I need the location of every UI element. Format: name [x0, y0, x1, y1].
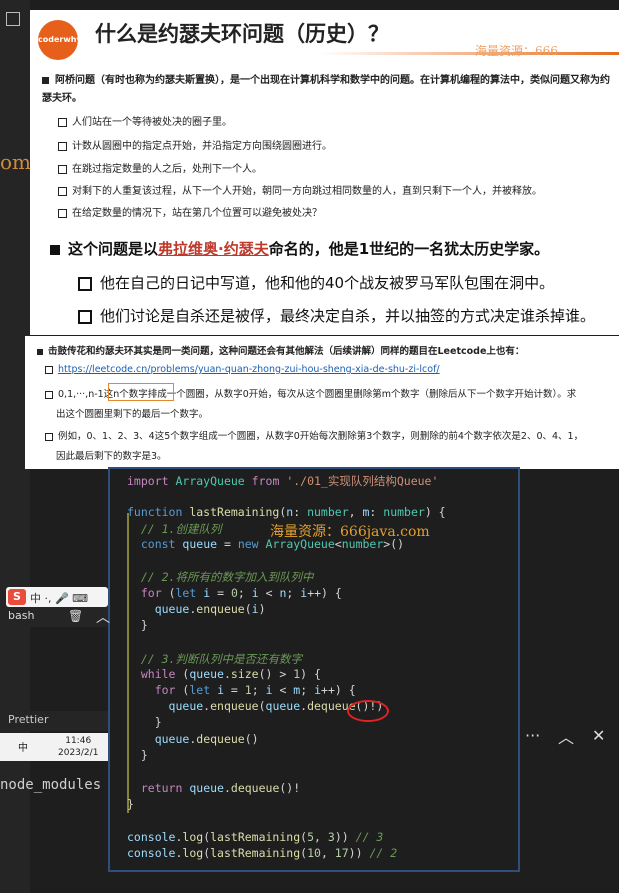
slide-history: coderwhy 什么是约瑟夫环问题（历史）？ 海量资源：666 阿桥问题（有时… — [30, 10, 619, 228]
list-item-continued: 因此最后剩下的数字是3。 — [56, 451, 167, 462]
list-item: 他们讨论是自杀还是被俘，最终决定自杀，并以抽签的方式决定谁杀掉谁。 — [78, 305, 595, 326]
watermark: 海量资源：666java.com — [270, 524, 430, 540]
bullet-icon — [45, 365, 53, 374]
tray-language[interactable]: 中 — [18, 739, 28, 754]
code-line: queue.enqueue(queue.dequeue()!) — [168, 699, 384, 713]
list-item: 计数从圆圈中的指定点开始，并沿指定方向围绕圆圈进行。 — [58, 137, 332, 152]
code-line: for (let i = 0; i < n; i++) { — [140, 586, 342, 600]
code-line: // 2.将所有的数字加入到队列中 — [140, 570, 314, 584]
list-item: 在跳过指定数量的人之后，处刑下一个人。 — [58, 160, 262, 175]
split-editor-icon[interactable] — [6, 12, 20, 26]
bullet-icon — [37, 348, 43, 355]
terminal-label[interactable]: bash — [8, 609, 34, 622]
maximize-panel-icon[interactable]: ︿ — [558, 724, 574, 748]
code-line: queue.enqueue(i) — [154, 602, 266, 616]
slide3-heading: 击鼓传花和约瑟夫环其实是同一类问题，这种问题还会有其他解法（后续讲解）同样的题目… — [37, 343, 524, 357]
bullet-icon — [58, 141, 67, 151]
code-line: while (queue.size() > 1) { — [140, 667, 321, 681]
title-accent-bar — [320, 52, 619, 55]
chevron-up-icon[interactable]: ︿ — [96, 607, 110, 627]
bullet-icon — [42, 76, 49, 84]
sogou-icon[interactable]: S — [8, 589, 26, 605]
code-line: } — [127, 618, 148, 632]
code-line: } — [127, 715, 162, 729]
leetcode-link[interactable]: https://leetcode.cn/problems/yuan-quan-z… — [58, 364, 440, 375]
list-item: 人们站在一个等待被处决的圈子里。 — [58, 113, 232, 128]
bullet-icon — [45, 432, 53, 441]
code-line: // 1.创建队列 — [140, 522, 222, 536]
bullet-icon — [50, 244, 60, 255]
slide-josephus: 这个问题是以弗拉维奥·约瑟夫命名的，他是1世纪的一名犹太历史学家。 他在自己的日… — [30, 228, 619, 335]
code-line: // 3.判断队列中是否还有数字 — [140, 652, 302, 666]
code-line: console.log(lastRemaining(5, 3)) // 3 — [127, 830, 384, 844]
code-line: function lastRemaining(n: number, m: num… — [127, 505, 446, 519]
prettier-status[interactable]: Prettier — [8, 713, 48, 726]
code-line: queue.dequeue() — [154, 732, 259, 746]
clock[interactable]: 11:46 2023/2/1 — [58, 735, 98, 759]
annotation-circle — [347, 700, 389, 722]
more-actions-icon[interactable]: ··· — [525, 726, 540, 745]
highlighted-name: 弗拉维奥·约瑟夫 — [158, 240, 269, 258]
code-line: for (let i = 1; i < m; i++) { — [154, 683, 356, 697]
code-editor[interactable]: import ArrayQueue from './01_实现队列结构Queue… — [108, 467, 520, 872]
slide-title: 什么是约瑟夫环问题（历史）？ — [95, 22, 389, 46]
list-item: 对剩下的人重复该过程，从下一个人开始，朝同一方向跳过相同数量的人，直到只剩下一个… — [58, 182, 542, 197]
intro-text: 阿桥问题（有时也称为约瑟夫斯置换），是一个出现在计算机科学和数学中的问题。在计算… — [42, 75, 610, 104]
bullet-icon — [58, 208, 67, 218]
bullet-icon — [78, 276, 92, 291]
code-line: } — [127, 797, 134, 811]
list-item: https://leetcode.cn/problems/yuan-quan-z… — [45, 364, 440, 375]
trash-icon[interactable]: 🗑 — [68, 609, 83, 623]
folder-label: node_modules — [0, 777, 102, 793]
list-item: 他在自己的日记中写道，他和他的40个战友被罗马军队包围在洞中。 — [78, 272, 554, 293]
slide2-heading: 这个问题是以弗拉维奥·约瑟夫命名的，他是1世纪的一名犹太历史学家。 — [50, 238, 549, 259]
close-panel-icon[interactable]: ✕ — [592, 726, 605, 745]
bullet-icon — [58, 117, 67, 127]
panel-toolbar: ··· ︿ ✕ — [520, 722, 619, 752]
bullet-icon — [58, 186, 67, 196]
bullet-icon — [45, 390, 53, 399]
bullet-icon — [58, 164, 67, 174]
code-line: } — [127, 748, 148, 762]
background-fragment: om — [0, 150, 32, 174]
code-line: import ArrayQueue from './01_实现队列结构Queue… — [127, 474, 439, 488]
bullet-icon — [78, 309, 92, 324]
list-item: 例如，0、1、2、3、4这5个数字组成一个圆圈，从数字0开始每次删除第3个数字，… — [45, 428, 583, 442]
highlight-box — [108, 383, 174, 401]
code-line: return queue.dequeue()! — [140, 781, 301, 795]
coderwhy-logo: coderwhy — [38, 20, 82, 60]
code-line: console.log(lastRemaining(10, 17)) // 2 — [127, 846, 398, 860]
list-item-continued: 出这个圆圈里剩下的最后一个数字。 — [56, 409, 209, 420]
intro-paragraph: 阿桥问题（有时也称为约瑟夫斯置换），是一个出现在计算机科学和数学中的问题。在计算… — [42, 72, 617, 108]
ime-label[interactable]: 中 ·, 🎤 ⌨ — [30, 590, 88, 606]
watermark: 海量资源：666 — [475, 44, 558, 58]
slide-leetcode: 击鼓传花和约瑟夫环其实是同一类问题，这种问题还会有其他解法（后续讲解）同样的题目… — [25, 336, 619, 469]
list-item: 在给定数量的情况下，站在第几个位置可以避免被处决？ — [58, 204, 322, 219]
